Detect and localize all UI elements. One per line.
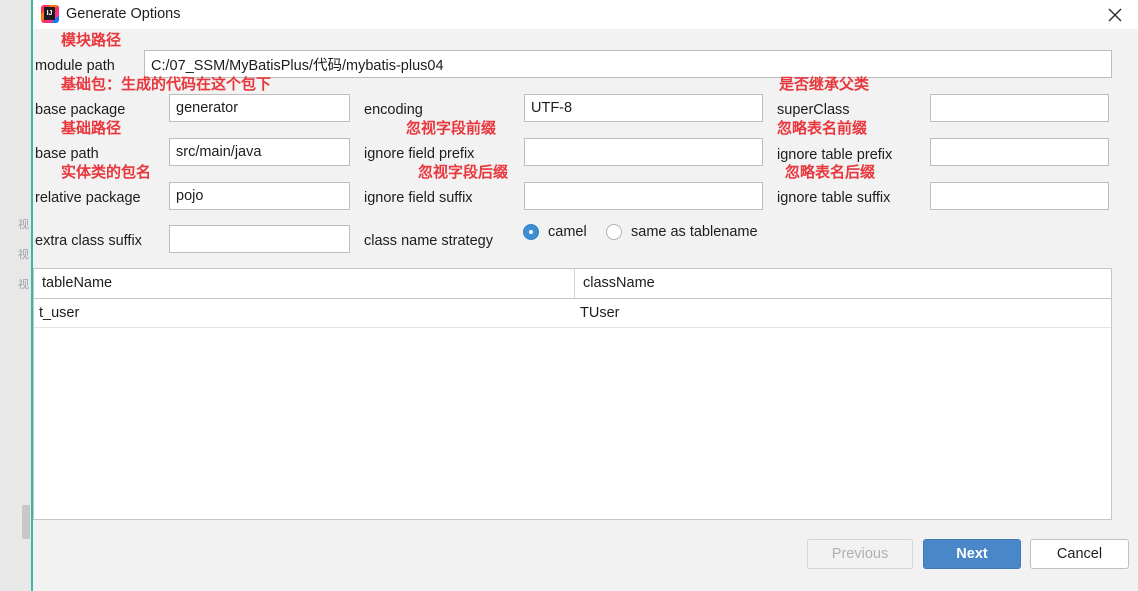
radio-option-same-as-tablename[interactable]: same as tablename bbox=[606, 224, 758, 240]
label-module-path: module path bbox=[35, 58, 115, 74]
screen: 视 视 视 Generate Options 模块路径 module path … bbox=[0, 0, 1138, 591]
radio-camel-label: camel bbox=[548, 224, 587, 240]
cancel-button[interactable]: Cancel bbox=[1030, 539, 1129, 569]
ignore-table-suffix-input[interactable] bbox=[930, 182, 1109, 210]
next-button[interactable]: Next bbox=[923, 539, 1021, 569]
label-ignore-field-suffix: ignore field suffix bbox=[364, 190, 473, 206]
label-super-class: superClass bbox=[777, 102, 850, 118]
label-class-name-strategy: class name strategy bbox=[364, 233, 493, 249]
dialog-title: Generate Options bbox=[66, 6, 181, 22]
note-relative-package: 实体类的包名 bbox=[61, 163, 152, 181]
label-ignore-field-prefix: ignore field prefix bbox=[364, 146, 475, 162]
radio-camel-indicator[interactable] bbox=[523, 224, 539, 240]
note-module-path: 模块路径 bbox=[61, 31, 122, 49]
super-class-input[interactable] bbox=[930, 94, 1109, 122]
ignore-table-prefix-input[interactable] bbox=[930, 138, 1109, 166]
module-path-input[interactable] bbox=[144, 50, 1112, 78]
table-header-classname[interactable]: className bbox=[575, 269, 1113, 298]
radio-option-camel[interactable]: camel bbox=[523, 224, 587, 240]
note-ignore-table-suffix: 忽略表名后缀 bbox=[785, 163, 876, 181]
close-icon[interactable] bbox=[1092, 0, 1138, 29]
radio-same-as-tablename-indicator[interactable] bbox=[606, 224, 622, 240]
note-ignore-field-prefix: 忽视字段前缀 bbox=[406, 119, 497, 137]
note-ignore-field-suffix: 忽视字段后缀 bbox=[418, 163, 509, 181]
label-relative-package: relative package bbox=[35, 190, 141, 206]
previous-button[interactable]: Previous bbox=[807, 539, 913, 569]
dialog-titlebar: Generate Options bbox=[33, 0, 1138, 29]
label-base-path: base path bbox=[35, 146, 99, 162]
ide-ghost-glyph: 视 bbox=[18, 248, 29, 261]
note-ignore-table-prefix: 忽略表名前缀 bbox=[777, 119, 868, 137]
note-base-path: 基础路径 bbox=[61, 119, 122, 137]
label-extra-class-suffix: extra class suffix bbox=[35, 233, 142, 249]
table-header-tablename[interactable]: tableName bbox=[34, 269, 574, 298]
table-row[interactable]: t_user TUser bbox=[34, 299, 1111, 328]
label-ignore-table-prefix: ignore table prefix bbox=[777, 147, 893, 163]
cell-tablename[interactable]: t_user bbox=[34, 299, 574, 327]
label-ignore-table-suffix: ignore table suffix bbox=[777, 190, 891, 206]
ignore-field-suffix-input[interactable] bbox=[524, 182, 763, 210]
intellij-idea-icon bbox=[41, 5, 59, 23]
note-super-class: 是否继承父类 bbox=[779, 75, 870, 93]
extra-class-suffix-input[interactable] bbox=[169, 225, 350, 253]
relative-package-input[interactable] bbox=[169, 182, 350, 210]
label-encoding: encoding bbox=[364, 102, 423, 118]
encoding-input[interactable] bbox=[524, 94, 763, 122]
radio-same-as-tablename-label: same as tablename bbox=[631, 224, 758, 240]
cell-classname[interactable]: TUser bbox=[575, 299, 1113, 327]
note-base-package: 基础包：生成的代码在这个包下 bbox=[61, 75, 272, 93]
options-form: 模块路径 module path 基础包：生成的代码在这个包下 base pac… bbox=[33, 29, 1138, 257]
base-path-input[interactable] bbox=[169, 138, 350, 166]
ide-ghost-glyph: 视 bbox=[18, 218, 29, 231]
ide-background-panel bbox=[0, 0, 33, 591]
label-base-package: base package bbox=[35, 102, 126, 118]
ide-ghost-glyph: 视 bbox=[18, 278, 29, 291]
ide-scrollbar-thumb[interactable] bbox=[22, 505, 30, 539]
base-package-input[interactable] bbox=[169, 94, 350, 122]
tables-list[interactable]: tableName className t_user TUser bbox=[33, 268, 1112, 520]
generate-options-dialog: Generate Options 模块路径 module path 基础包：生成… bbox=[33, 0, 1138, 591]
ignore-field-prefix-input[interactable] bbox=[524, 138, 763, 166]
table-header-row: tableName className bbox=[34, 269, 1111, 299]
